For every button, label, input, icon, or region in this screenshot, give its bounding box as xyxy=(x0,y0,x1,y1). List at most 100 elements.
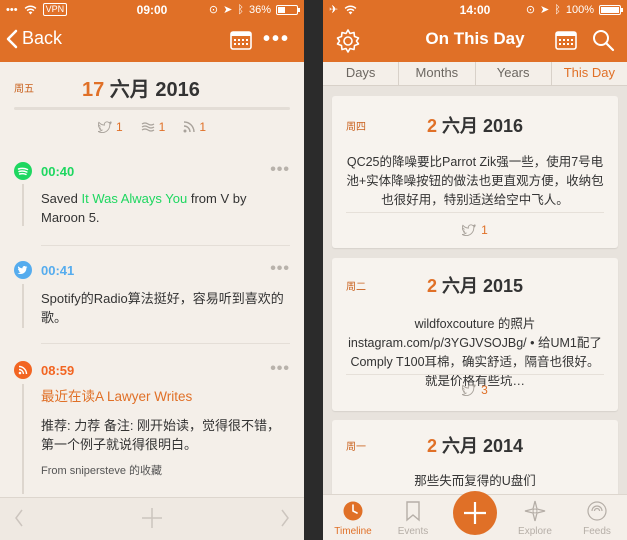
nav-bar: ✈ 14:00 ⊙ ➤ ᛒ 100% On This Day xyxy=(323,0,627,62)
entry-time: 00:41 xyxy=(41,263,75,278)
entry-text: 推荐: 力荐 备注: 刚开始读，觉得很不错，第一个例子就说得很明白。 xyxy=(41,418,281,452)
entry-text-prefix: Saved xyxy=(41,191,82,206)
memory-card[interactable]: 周四 2 六月 2016 QC25的降噪要比Parrot Zik强一些，使用7号… xyxy=(332,96,618,248)
entry-text: Spotify的Radio算法挺好，容易听到喜欢的歌。 xyxy=(41,291,284,325)
memory-card[interactable]: 周二 2 六月 2015 wildfoxcouture 的照片 instagra… xyxy=(332,258,618,411)
tab-timeline[interactable]: Timeline xyxy=(323,495,383,540)
track-link[interactable]: It Was Always You xyxy=(81,191,187,206)
card-day: 2 xyxy=(426,276,437,296)
segment-days[interactable]: Days xyxy=(323,62,400,85)
card-day: 2 xyxy=(426,116,437,136)
bluetooth-icon: ᛒ xyxy=(554,3,561,16)
timeline-clock-icon xyxy=(343,501,363,521)
entry-more-icon[interactable]: ••• xyxy=(270,161,290,179)
entry-more-icon[interactable]: ••• xyxy=(270,260,290,278)
tab-explore[interactable]: Explore xyxy=(505,495,565,540)
card-text: wildfoxcouture 的照片 instagram.com/p/3YGJV… xyxy=(348,317,602,388)
card-month-year: 六月 2016 xyxy=(436,116,524,136)
nav-bar: ••• VPN 09:00 ⊙ ➤ ᛒ 36% Back ••• xyxy=(0,0,304,62)
back-label: Back xyxy=(22,28,63,48)
segment-months[interactable]: Months xyxy=(399,62,476,85)
status-bar: ••• VPN 09:00 ⊙ ➤ ᛒ 36% xyxy=(0,0,304,20)
chevron-right-icon xyxy=(281,509,289,527)
card-date: 2 六月 2015 xyxy=(332,272,618,298)
tab-label: Events xyxy=(397,526,429,537)
more-icon[interactable]: ••• xyxy=(263,28,290,51)
tab-bar: Timeline Events Explore Feeds xyxy=(323,491,627,540)
card-count: 3 xyxy=(332,383,618,397)
card-month-year: 六月 2015 xyxy=(436,276,524,296)
tab-label: Timeline xyxy=(334,526,372,537)
next-day-button[interactable] xyxy=(280,507,290,535)
segment-years[interactable]: Years xyxy=(476,62,552,85)
twitter-bird-icon xyxy=(462,224,477,236)
card-month-year: 六月 2014 xyxy=(436,436,524,456)
battery-percent: 100% xyxy=(565,3,594,16)
location-icon: ➤ xyxy=(540,4,550,16)
entry-from: From snipersteve 的收藏 xyxy=(41,465,163,477)
date-day: 17 xyxy=(82,79,105,101)
feed-count[interactable]: 1 xyxy=(141,120,166,134)
spotify-icon xyxy=(14,162,32,180)
compass-icon xyxy=(524,500,546,522)
rss-source-icon xyxy=(14,361,32,379)
feeds-icon xyxy=(587,501,607,521)
feed-waves-icon xyxy=(141,122,154,132)
entry-text: Saved It Was Always You from V by Maroon… xyxy=(41,189,288,227)
orientation-lock-icon: ⊙ xyxy=(525,4,536,16)
period-segmented-control: Days Months Years This Day xyxy=(323,62,627,86)
timeline-connector xyxy=(22,184,24,226)
twitter-bird-icon xyxy=(97,121,112,133)
entry-divider xyxy=(41,245,290,246)
feed-count-value: 1 xyxy=(158,120,166,134)
back-button[interactable]: Back xyxy=(6,28,62,49)
card-count-value: 1 xyxy=(481,223,488,237)
timeline-connector xyxy=(22,384,24,494)
bluetooth-icon: ᛒ xyxy=(237,3,244,16)
rss-count[interactable]: 1 xyxy=(183,120,206,134)
orientation-lock-icon: ⊙ xyxy=(208,4,219,16)
header-divider xyxy=(14,107,290,110)
entry-title[interactable]: 最近在读A Lawyer Writes xyxy=(41,387,288,406)
battery-icon xyxy=(599,4,623,15)
twitter-count-value: 1 xyxy=(115,120,123,134)
add-entry-button[interactable] xyxy=(453,491,497,535)
search-icon[interactable] xyxy=(591,28,615,52)
twitter-count[interactable]: 1 xyxy=(97,120,123,134)
calendar-icon[interactable] xyxy=(230,29,252,51)
card-text: QC25的降噪要比Parrot Zik强一些，使用7号电池+实体降噪按钮的做法也… xyxy=(346,155,604,207)
tab-label: Feeds xyxy=(583,526,611,537)
card-date: 2 六月 2014 xyxy=(332,432,618,458)
entry-divider xyxy=(41,343,290,344)
entry-time: 00:40 xyxy=(41,164,75,179)
twitter-icon xyxy=(14,261,32,279)
timeline-connector xyxy=(22,284,24,328)
battery-icon xyxy=(276,4,300,15)
status-bar: ✈ 14:00 ⊙ ➤ ᛒ 100% xyxy=(323,0,627,20)
entry-time: 08:59 xyxy=(41,363,75,378)
tab-events[interactable]: Events xyxy=(383,495,443,540)
plus-icon xyxy=(464,502,486,524)
date-title: 17 六月 2016 xyxy=(82,73,200,102)
tab-label: Explore xyxy=(518,526,552,537)
previous-day-button[interactable] xyxy=(14,507,24,535)
card-date: 2 六月 2016 xyxy=(332,112,618,138)
segment-this-day[interactable]: This Day xyxy=(552,62,627,85)
twitter-bird-icon xyxy=(462,384,477,396)
date-header: 周五 17 六月 2016 1 1 1 xyxy=(0,62,304,144)
chevron-left-icon xyxy=(6,29,18,48)
card-divider xyxy=(346,374,604,375)
add-button[interactable] xyxy=(141,507,163,535)
bottom-toolbar xyxy=(0,497,304,540)
rss-icon xyxy=(183,121,196,133)
rss-count-value: 1 xyxy=(199,120,207,134)
calendar-icon[interactable] xyxy=(555,29,577,51)
tab-feeds[interactable]: Feeds xyxy=(567,495,627,540)
entry-text-mid: from xyxy=(187,191,221,206)
card-count-value: 3 xyxy=(481,383,488,397)
battery-percent: 36% xyxy=(248,3,271,16)
card-day: 2 xyxy=(426,436,437,456)
album-name: V xyxy=(220,191,230,206)
bookmark-icon xyxy=(406,501,420,522)
entry-more-icon[interactable]: ••• xyxy=(270,360,290,378)
